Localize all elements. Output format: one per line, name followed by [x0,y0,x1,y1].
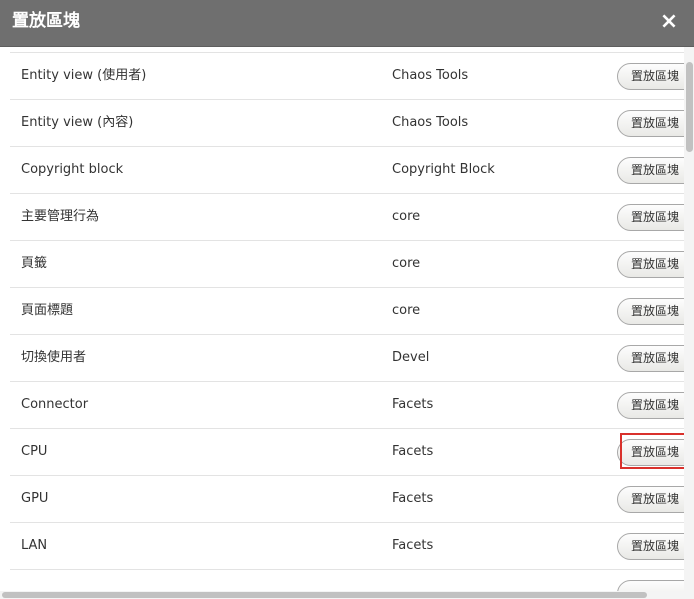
block-category: Facets [392,491,434,506]
block-name: GPU [21,491,49,506]
table-row: 頁面標題 core 置放區塊 [10,288,684,335]
block-name: Connector [21,397,89,412]
block-name: 切換使用者 [21,350,87,365]
place-block-button[interactable]: 置放區塊 [617,251,684,278]
block-category: core [392,209,421,224]
block-category: core [392,256,421,271]
place-block-button[interactable]: 置放區塊 [617,63,684,90]
table-row: 切換使用者 Devel 置放區塊 [10,335,684,382]
table-row: 頁籤 core 置放區塊 [10,241,684,288]
block-category: Copyright Block [392,162,495,177]
block-name: Entity view (內容) [21,115,134,130]
dialog-titlebar: 置放區塊 × [0,0,694,47]
place-block-button[interactable]: 置放區塊 [617,298,684,325]
block-name: Copyright block [21,162,124,177]
table-row: Copyright block Copyright Block 置放區塊 [10,147,684,194]
table-row: 主要管理行為 core 置放區塊 [10,194,684,241]
table-row: Entity view (使用者) Chaos Tools 置放區塊 [10,52,684,100]
place-block-button[interactable]: 置放區塊 [617,110,684,137]
place-block-button[interactable]: 置放區塊 [617,439,684,466]
block-category: Chaos Tools [392,115,469,130]
place-block-button[interactable] [617,580,684,591]
table-row: CPU Facets 置放區塊 [10,429,684,476]
block-category: Facets [392,538,434,553]
block-category: Devel [392,350,430,365]
block-category: Facets [392,397,434,412]
table-row: Connector Facets 置放區塊 [10,382,684,429]
table-row: Entity view (內容) Chaos Tools 置放區塊 [10,100,684,147]
block-name: CPU [21,444,48,459]
place-block-button[interactable]: 置放區塊 [617,157,684,184]
place-block-button[interactable]: 置放區塊 [617,486,684,513]
place-block-dialog: 置放區塊 × Entity view (使用者) Chaos Tools 置放區塊 E… [0,0,694,599]
horizontal-scrollbar-thumb[interactable] [2,592,647,598]
block-name: 頁面標題 [21,303,74,318]
block-name: 頁籤 [21,256,48,271]
vertical-scrollbar-thumb[interactable] [686,62,693,152]
dialog-title: 置放區塊 [12,11,80,31]
block-list: Entity view (使用者) Chaos Tools 置放區塊 Entity v… [10,52,684,591]
table-row: LAN Facets 置放區塊 [10,523,684,570]
block-name: Entity view (使用者) [21,68,147,83]
place-block-button[interactable]: 置放區塊 [617,392,684,419]
place-block-button[interactable]: 置放區塊 [617,204,684,231]
place-block-button[interactable]: 置放區塊 [617,345,684,372]
block-list-content: Entity view (使用者) Chaos Tools 置放區塊 Entity v… [0,47,684,591]
block-category: core [392,303,421,318]
place-block-button[interactable]: 置放區塊 [617,533,684,560]
table-row: GPU Facets 置放區塊 [10,476,684,523]
block-category: Facets [392,444,434,459]
block-category: Chaos Tools [392,68,469,83]
block-name: 主要管理行為 [21,209,100,224]
table-row-partial [10,570,684,591]
block-name: LAN [21,538,48,553]
close-icon[interactable]: × [657,10,681,34]
